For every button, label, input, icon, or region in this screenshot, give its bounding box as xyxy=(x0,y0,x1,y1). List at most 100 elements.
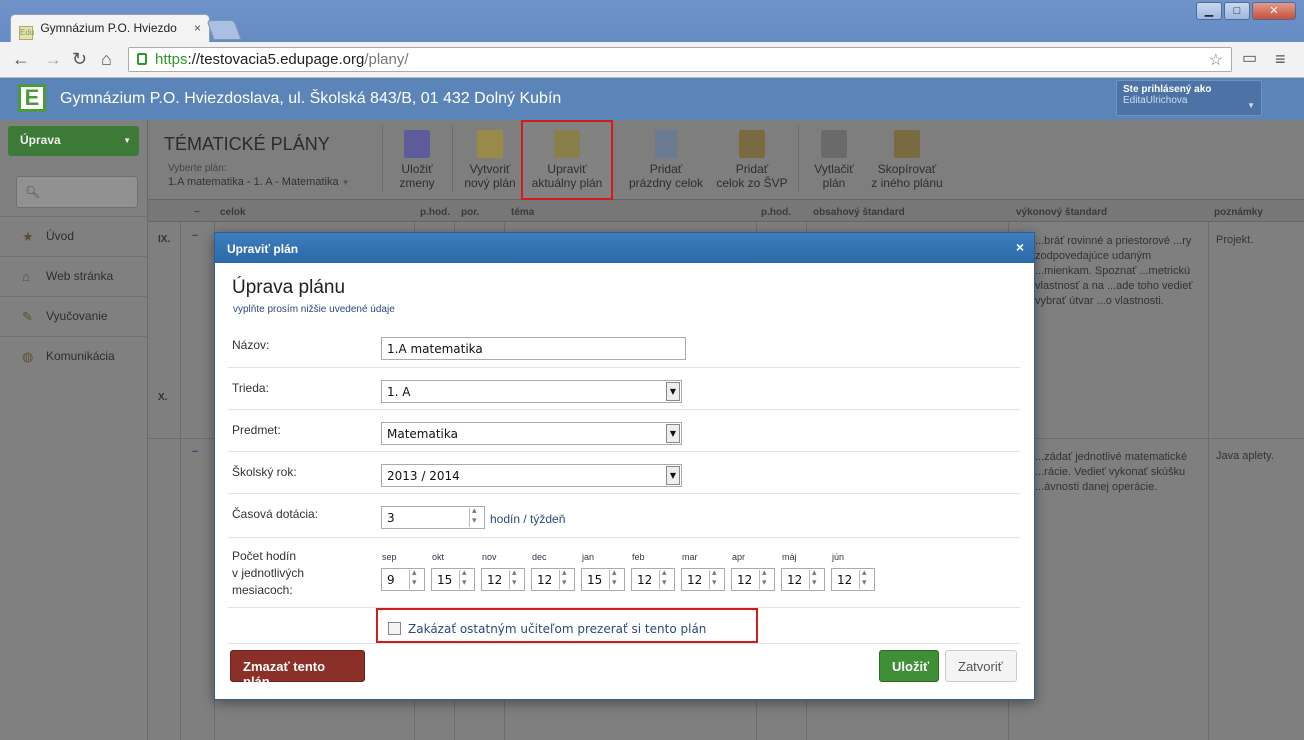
hide-plan-label[interactable]: Zakázať ostatným učiteľom prezerať si te… xyxy=(408,622,706,636)
month-hours-value: 12 xyxy=(837,573,853,587)
add-svp-unit-button[interactable]: Pridať celok zo ŠVP xyxy=(714,130,790,190)
cancel-button[interactable]: Zatvoriť xyxy=(945,650,1017,682)
month-hours-stepper[interactable]: 12 xyxy=(531,568,575,591)
spinner-arrows-icon[interactable] xyxy=(469,506,483,527)
month-hours-stepper[interactable]: 15 xyxy=(431,568,475,591)
minimize-icon[interactable]: ▁ xyxy=(1196,2,1222,20)
home-icon: ⌂ xyxy=(22,269,30,284)
cast-icon[interactable]: ▭ xyxy=(1242,50,1257,68)
pocet-label: Počet hodín v jednotlivých mesiacoch: xyxy=(232,548,304,599)
edit-plan-button[interactable]: Upraviť aktuálny plán xyxy=(521,120,613,200)
book-icon: ✎ xyxy=(22,309,33,324)
login-dropdown[interactable]: Ste prihlásený ako EditaUlrichova ▼ xyxy=(1116,80,1262,116)
back-icon[interactable]: ← xyxy=(12,50,30,68)
add-empty-unit-button[interactable]: Pridať prázdny celok xyxy=(626,130,706,190)
tab-title: Gymnázium P.O. Hviezdo xyxy=(40,21,177,35)
box-add-icon xyxy=(739,130,765,158)
edupage-logo-icon[interactable]: E xyxy=(18,84,46,112)
star-icon: ★ xyxy=(22,229,34,244)
save-button[interactable]: Uložiť xyxy=(879,650,939,682)
page-title: TÉMATICKÉ PLÁNY xyxy=(164,134,330,154)
tool-label: Pridať xyxy=(649,162,683,176)
sidebar-search-input[interactable]: 🔍︎ xyxy=(16,176,138,208)
spinner-arrows-icon[interactable] xyxy=(809,568,823,589)
collapse-icon[interactable]: − xyxy=(192,230,198,242)
poznamky-cell: Projekt. xyxy=(1216,234,1254,246)
maximize-icon[interactable]: □ xyxy=(1224,2,1250,20)
new-tab-button[interactable] xyxy=(206,20,242,40)
address-bar[interactable]: https://testovacia5.edupage.org/plany/ ☆ xyxy=(128,47,1232,72)
month-hours-stepper[interactable]: 15 xyxy=(581,568,625,591)
spinner-arrows-icon[interactable] xyxy=(859,568,873,589)
sidebar-item-label: Web stránka xyxy=(46,269,114,283)
nazov-input[interactable] xyxy=(381,337,686,360)
month-hours-stepper[interactable]: 12 xyxy=(681,568,725,591)
month-hours-stepper[interactable]: 12 xyxy=(831,568,875,591)
save-changes-button[interactable]: Uložiť zmeny xyxy=(394,130,440,190)
month-hours-value: 15 xyxy=(587,573,603,587)
plan-select[interactable]: 1.A matematika - 1. A - Matematika ▼ xyxy=(168,176,350,188)
spinner-arrows-icon[interactable] xyxy=(509,568,523,589)
delete-plan-button[interactable]: Zmazať tento plán xyxy=(230,650,365,689)
lock-icon xyxy=(137,53,147,65)
dotacia-stepper[interactable]: 3 xyxy=(381,506,485,529)
month-hours-stepper[interactable]: 12 xyxy=(481,568,525,591)
month-label: jan xyxy=(582,552,595,562)
globe-icon: ◍ xyxy=(22,349,34,364)
nazov-label: Názov: xyxy=(232,338,270,352)
trieda-label: Trieda: xyxy=(232,381,269,395)
month-label: mar xyxy=(682,552,698,562)
predmet-value: Matematika xyxy=(387,427,458,441)
month-label: apr xyxy=(732,552,746,562)
spinner-arrows-icon[interactable] xyxy=(459,568,473,589)
bookmark-star-icon[interactable]: ☆ xyxy=(1209,50,1223,70)
col-celok: celok xyxy=(220,207,246,218)
dialog-subtitle: vyplňte prosím nižšie uvedené údaje xyxy=(233,304,395,315)
reload-icon[interactable]: ↻ xyxy=(72,50,87,68)
spinner-arrows-icon[interactable] xyxy=(659,568,673,589)
new-plan-button[interactable]: Vytvoriť nový plán xyxy=(460,130,520,190)
print-plan-button[interactable]: Vytlačiť plán xyxy=(808,130,860,190)
browser-tab[interactable]: Edu Gymnázium P.O. Hviezdo × xyxy=(10,14,210,42)
month-label: sep xyxy=(382,552,397,562)
spinner-arrows-icon[interactable] xyxy=(609,568,623,589)
close-tab-icon[interactable]: × xyxy=(194,21,201,35)
tool-label: plán xyxy=(822,176,846,190)
predmet-select[interactable]: Matematika ▼ xyxy=(381,422,682,445)
col-phod: p.hod. xyxy=(420,207,450,218)
sidebar-item-web[interactable]: ⌂ Web stránka xyxy=(0,256,148,296)
spinner-arrows-icon[interactable] xyxy=(409,568,423,589)
month-hours-stepper[interactable]: 9 xyxy=(381,568,425,591)
spinner-arrows-icon[interactable] xyxy=(759,568,773,589)
hide-plan-checkbox[interactable] xyxy=(388,622,401,635)
menu-icon[interactable]: ≡ xyxy=(1275,50,1286,68)
month-hours-value: 12 xyxy=(487,573,503,587)
month-hours-stepper[interactable]: 12 xyxy=(631,568,675,591)
uprava-label: Úprava xyxy=(20,133,61,147)
home-icon[interactable]: ⌂ xyxy=(101,50,112,68)
uprava-menu-button[interactable]: Úprava ▼ xyxy=(8,126,139,156)
dotacia-value: 3 xyxy=(387,511,395,525)
month-hours-stepper[interactable]: 12 xyxy=(781,568,825,591)
sidebar-item-uvod[interactable]: ★ Úvod xyxy=(0,216,148,256)
collapse-icon[interactable]: − xyxy=(192,446,198,458)
divider xyxy=(452,126,453,192)
month-hours-value: 15 xyxy=(437,573,453,587)
sidebar-item-komunikacia[interactable]: ◍ Komunikácia xyxy=(0,336,148,376)
window-close-icon[interactable]: ✕ xyxy=(1252,2,1296,20)
sidebar-item-vyucovanie[interactable]: ✎ Vyučovanie xyxy=(0,296,148,336)
month-hours-stepper[interactable]: 12 xyxy=(731,568,775,591)
forward-icon[interactable]: → xyxy=(44,50,62,68)
dotacia-unit: hodín / týždeň xyxy=(490,512,566,526)
col-obsahovy: obsahový štandard xyxy=(813,207,905,218)
rok-select[interactable]: 2013 / 2014 ▼ xyxy=(381,464,682,487)
form-row-dotacia: Časová dotácia: xyxy=(228,494,1020,538)
plan-select-label: Vyberte plán: xyxy=(168,163,227,174)
spinner-arrows-icon[interactable] xyxy=(709,568,723,589)
spinner-arrows-icon[interactable] xyxy=(559,568,573,589)
close-icon[interactable]: × xyxy=(1016,239,1024,255)
vykonovy-standard-cell: ...zádať jednotlivé matematické ...rácie… xyxy=(1035,451,1188,493)
collapse-all-icon[interactable]: − xyxy=(194,207,200,218)
copy-plan-button[interactable]: Skopírovať z iného plánu xyxy=(868,130,946,190)
trieda-select[interactable]: 1. A ▼ xyxy=(381,380,682,403)
